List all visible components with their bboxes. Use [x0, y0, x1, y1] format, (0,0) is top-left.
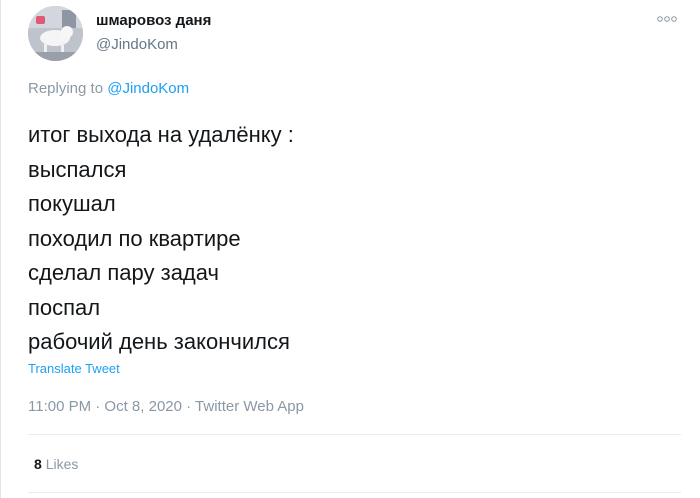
author-name[interactable]: шмаровоз даня [96, 12, 211, 29]
replying-prefix: Replying to [28, 80, 104, 97]
likes-label: Likes [45, 456, 79, 472]
tweet-line: поспал [28, 294, 101, 320]
tweet-line: рабочий день закончился [28, 329, 290, 354]
tweet-timestamp[interactable]: 11:00 PM · Oct 8, 2020 · Twitter Web App [28, 398, 304, 415]
likes-stat[interactable]: 8 Likes [34, 456, 78, 472]
likes-count: 8 [34, 456, 42, 472]
tweet-line: походил по квартире [28, 225, 241, 251]
tweet-body: итог выхода на удалёнку : выспался покуш… [28, 118, 294, 360]
more-options-icon[interactable] [654, 11, 680, 27]
tweet-line: покушал [28, 191, 116, 216]
divider [28, 434, 681, 435]
replying-mention-link[interactable]: @JindoKom [107, 80, 189, 97]
divider [28, 492, 681, 493]
replying-to: Replying to @JindoKom [28, 80, 189, 97]
tweet-line: сделал пару задач [28, 260, 219, 285]
tweet-card: шмаровоз даня @JindoKom Replying to @Jin… [0, 0, 700, 498]
translate-tweet-link[interactable]: Translate Tweet [28, 361, 120, 376]
avatar[interactable] [28, 6, 83, 61]
tweet-line: итог выхода на удалёнку : [28, 122, 294, 147]
tweet-line: выспался [28, 156, 127, 182]
author-handle[interactable]: @JindoKom [96, 36, 178, 53]
avatar-image [28, 6, 83, 61]
